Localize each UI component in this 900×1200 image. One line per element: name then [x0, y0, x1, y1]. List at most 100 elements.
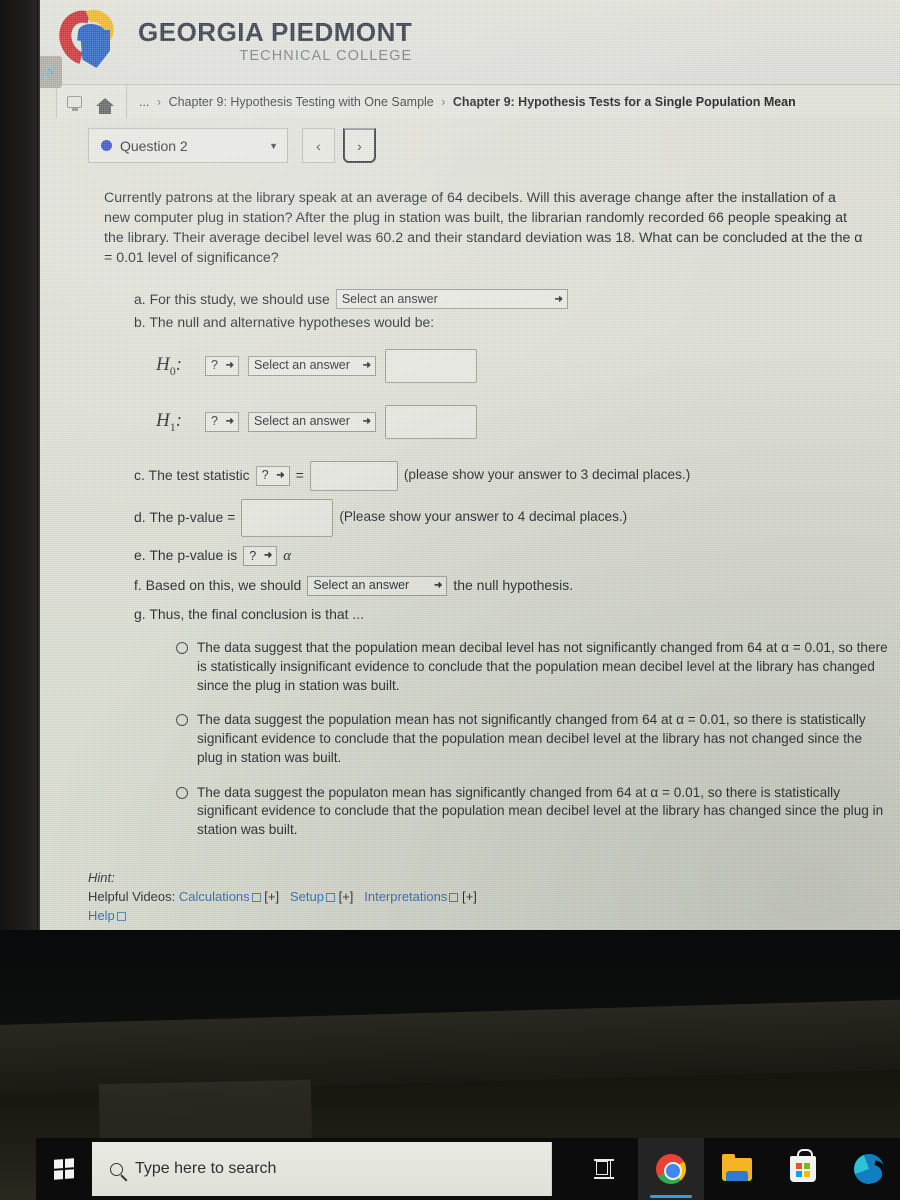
help-link[interactable]: Help: [88, 908, 115, 923]
radio-button-icon[interactable]: [176, 642, 188, 655]
video-link-setup[interactable]: Setup: [290, 889, 324, 904]
chrome-taskbar-button[interactable]: [638, 1138, 704, 1200]
monitor-icon[interactable]: [67, 95, 82, 111]
taskbar-pinned-apps: [572, 1138, 900, 1200]
toggle-calculations[interactable]: [+]: [264, 889, 279, 904]
microsoft-store-taskbar-button[interactable]: [770, 1138, 836, 1200]
breadcrumb-ellipsis[interactable]: ...: [139, 95, 149, 109]
question-label: Question 2: [120, 137, 188, 154]
external-link-icon: [251, 892, 261, 902]
part-d-note: (Please show your answer to 4 decimal pl…: [339, 509, 628, 525]
alternative-hypothesis-operator-select[interactable]: Select an answer ➜: [248, 411, 376, 432]
null-param-value: ?: [211, 358, 218, 373]
part-c-equals: =: [295, 467, 304, 484]
alt-operator-value: Select an answer: [254, 414, 350, 429]
conclusion-option-2-text: The data suggest the population mean has…: [197, 712, 866, 765]
task-view-icon: [594, 1159, 616, 1179]
question-body: Currently patrons at the library speak a…: [88, 188, 888, 926]
toggle-setup[interactable]: [+]: [339, 889, 354, 904]
chevron-down-icon: ➜: [362, 416, 371, 428]
question-navigation-bar: Question 2 ▼ ‹ ›: [88, 128, 376, 163]
radio-button-icon[interactable]: [176, 714, 188, 727]
taskbar-search-box[interactable]: Type here to search: [92, 1142, 552, 1196]
conclusion-option-2[interactable]: The data suggest the population mean has…: [176, 711, 888, 767]
toggle-interpretations[interactable]: [+]: [462, 889, 477, 904]
part-c-note: (please show your answer to 3 decimal pl…: [403, 467, 691, 483]
alternative-hypothesis-param-select[interactable]: ? ➜: [205, 411, 239, 432]
decision-select[interactable]: Select an answer ➜: [307, 575, 448, 596]
laptop-left-bezel: [0, 0, 40, 960]
null-hypothesis-value-input[interactable]: [385, 348, 477, 383]
hypotheses-block: H0: ? ➜ Select an answer ➜ H1: ? ➜ Selec…: [134, 348, 884, 439]
breadcrumb-icon-group: [57, 85, 127, 118]
photo-of-laptop-screen: 🔗 GEORGIA PIEDMONT TECHNICAL COLLEGE ...: [0, 0, 900, 1200]
part-d-row: d. The p-value = (Please show your answe…: [134, 498, 884, 537]
part-c-label: c. The test statistic: [134, 467, 250, 484]
null-hypothesis-name: H0:: [156, 351, 196, 380]
chevron-down-icon: ➜: [225, 360, 234, 372]
task-view-button[interactable]: [572, 1138, 638, 1200]
video-link-interpretations[interactable]: Interpretations: [364, 889, 447, 904]
windows-logo-icon: [54, 1158, 74, 1180]
null-hypothesis-operator-select[interactable]: Select an answer ➜: [248, 355, 376, 376]
school-wordmark: GEORGIA PIEDMONT TECHNICAL COLLEGE: [138, 19, 412, 64]
chevron-down-icon: ➜: [362, 360, 371, 372]
alternative-hypothesis-row: H1: ? ➜ Select an answer ➜: [156, 404, 884, 439]
alpha-symbol: α: [283, 547, 292, 564]
p-value-input[interactable]: [241, 498, 334, 537]
test-statistic-type-select[interactable]: ? ➜: [255, 465, 290, 486]
part-a-select[interactable]: Select an answer ➜: [335, 289, 568, 310]
test-statistic-input[interactable]: [309, 460, 398, 491]
laptop-screen: 🔗 GEORGIA PIEDMONT TECHNICAL COLLEGE ...: [36, 0, 900, 935]
null-operator-value: Select an answer: [254, 358, 350, 373]
breadcrumb-separator-1: ›: [156, 94, 162, 109]
part-a-row: a. For this study, we should use Select …: [134, 289, 884, 310]
h-colon: :: [175, 410, 183, 432]
home-icon[interactable]: [96, 97, 114, 114]
breadcrumb-separator-2: ›: [441, 94, 446, 109]
part-e-label: e. The p-value is: [134, 547, 238, 564]
question-stem: Currently patrons at the library speak a…: [104, 190, 863, 267]
external-link-icon: [449, 892, 459, 902]
file-explorer-icon: [722, 1153, 752, 1181]
chevron-down-icon: ➜: [433, 580, 443, 592]
question-selector-dropdown[interactable]: Question 2 ▼: [88, 128, 288, 163]
breadcrumb-trail: ... › Chapter 9: Hypothesis Testing with…: [127, 95, 796, 109]
null-hypothesis-param-select[interactable]: ? ➜: [205, 355, 239, 376]
decision-select-value: Select an answer: [313, 578, 410, 593]
p-value-comparison-select[interactable]: ? ➜: [243, 545, 278, 566]
external-link-icon: [325, 892, 335, 902]
chrome-icon: [656, 1154, 686, 1184]
part-d-label: d. The p-value =: [134, 509, 236, 526]
start-button[interactable]: [36, 1138, 92, 1200]
video-link-calculations[interactable]: Calculations: [179, 889, 250, 904]
breadcrumb-parent-link[interactable]: Chapter 9: Hypothesis Testing with One S…: [169, 95, 434, 109]
help-line: Help: [88, 906, 884, 926]
breadcrumb-current: Chapter 9: Hypothesis Tests for a Single…: [452, 94, 796, 109]
alternative-hypothesis-value-input[interactable]: [385, 404, 477, 439]
p-value-comparison-value: ?: [249, 548, 257, 563]
alternative-hypothesis-name: H1:: [156, 407, 196, 436]
conclusion-option-3[interactable]: The data suggest the populaton mean has …: [176, 784, 888, 840]
conclusion-option-1[interactable]: The data suggest that the population mea…: [176, 639, 888, 695]
file-explorer-taskbar-button[interactable]: [704, 1138, 770, 1200]
next-question-button[interactable]: ›: [343, 128, 376, 163]
h-letter: H: [156, 354, 170, 376]
previous-question-button[interactable]: ‹: [302, 128, 335, 163]
h-colon: :: [175, 354, 183, 376]
side-tab-glyph: 🔗: [40, 64, 58, 79]
hint-title: Hint:: [88, 869, 115, 885]
microsoft-store-icon: [790, 1149, 816, 1182]
part-g-row: g. Thus, the final conclusion is that ..…: [134, 604, 884, 625]
part-b-label: b. The null and alternative hypotheses w…: [134, 313, 435, 330]
breadcrumb: ... › Chapter 9: Hypothesis Testing with…: [56, 84, 900, 118]
radio-button-icon[interactable]: [176, 786, 188, 799]
chevron-down-icon: ▼: [269, 140, 278, 151]
null-hypothesis-row: H0: ? ➜ Select an answer ➜: [156, 348, 884, 383]
school-name-primary: GEORGIA PIEDMONT: [138, 16, 413, 47]
hint-section: Hint: Helpful Videos: Calculations [+] S…: [88, 870, 884, 926]
question-status-dot: [101, 140, 112, 151]
search-placeholder: Type here to search: [135, 1160, 277, 1177]
part-f-label: f. Based on this, we should: [134, 577, 302, 594]
edge-taskbar-button[interactable]: [836, 1138, 900, 1200]
